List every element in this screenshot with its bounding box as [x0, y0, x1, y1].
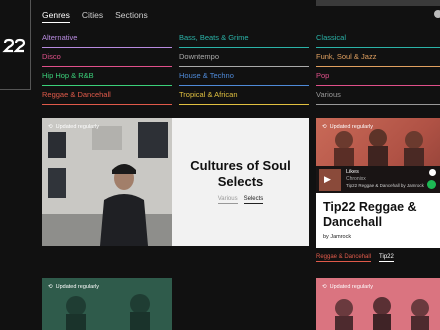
updated-badge: ⟲ Updated regularly — [322, 284, 373, 290]
genre-label: Bass, Beats & Grime — [179, 33, 249, 42]
tab-cities[interactable]: Cities — [82, 10, 103, 23]
search-icon[interactable] — [434, 10, 440, 18]
spotify-icon — [429, 169, 436, 176]
genre-label: Pop — [316, 71, 330, 80]
tab-genres[interactable]: Genres — [42, 10, 70, 23]
genre-link[interactable]: Alternative — [42, 29, 172, 48]
updated-badge: ⟲ Updated regularly — [322, 124, 373, 130]
feature-photo — [42, 118, 172, 246]
genre-link[interactable]: Downtempo — [179, 48, 309, 67]
playlist-card[interactable]: ⟲ Updated regularly ▶ Likes Chronixx Tip… — [316, 118, 440, 248]
feature-link-various[interactable]: Various — [217, 196, 238, 204]
genre-label: Downtempo — [179, 52, 220, 61]
genre-label: Tropical & African — [179, 90, 238, 99]
badge-label: Updated regularly — [55, 284, 100, 290]
tag-link-reggae[interactable]: Reggae & Dancehall — [316, 254, 372, 262]
genre-link[interactable]: Classical — [316, 29, 440, 48]
genre-underline — [42, 104, 172, 105]
genre-link[interactable]: Pop — [316, 67, 440, 86]
genre-label: Various — [316, 90, 341, 99]
genre-link[interactable]: Various — [316, 86, 440, 105]
genre-label: Alternative — [42, 33, 78, 42]
feature-image[interactable]: ⟲ Updated regularly — [42, 118, 172, 246]
badge-label: Updated regularly — [329, 284, 374, 290]
genre-label: Hip Hop & R&B — [42, 71, 94, 80]
updated-badge: ⟲ Updated regularly — [48, 284, 99, 290]
main-nav: Genres Cities Sections — [42, 10, 148, 23]
logo-icon — [2, 38, 26, 53]
genre-label: Disco — [42, 52, 61, 61]
feature-link-selects[interactable]: Selects — [243, 196, 264, 204]
spotify-embed[interactable]: ▶ Likes Chronixx Tip22 Reggae & Dancehal… — [316, 166, 440, 193]
player-track: Likes — [346, 169, 359, 175]
refresh-icon: ⟲ — [48, 284, 53, 290]
refresh-icon: ⟲ — [322, 124, 327, 130]
tab-sections[interactable]: Sections — [115, 10, 148, 23]
bottom-card[interactable]: ⟲ Updated regularly — [42, 278, 172, 330]
top-strip — [316, 0, 440, 6]
tag-link-tip22[interactable]: Tip22 — [379, 254, 394, 262]
genre-label: House & Techno — [179, 71, 234, 80]
genre-underline — [316, 104, 440, 105]
genre-label: Classical — [316, 33, 347, 42]
updated-badge: ⟲ Updated regularly — [48, 124, 99, 130]
genre-label: Funk, Soul & Jazz — [316, 52, 377, 61]
playlist-tags: Reggae & Dancehall Tip22 — [316, 254, 394, 262]
follow-icon[interactable] — [427, 180, 436, 189]
player-playlist: Tip22 Reggae & Dancehall by Jamrock — [346, 183, 424, 188]
playlist-title[interactable]: Tip22 Reggae & Dancehall — [323, 200, 436, 230]
badge-label: Updated regularly — [55, 124, 100, 130]
site-logo[interactable] — [0, 0, 31, 90]
genre-link[interactable]: Disco — [42, 48, 172, 67]
genre-link[interactable]: Tropical & African — [179, 86, 309, 105]
playlist-author: by Jamrock — [323, 234, 352, 240]
genre-link[interactable]: Bass, Beats & Grime — [179, 29, 309, 48]
genre-link[interactable]: House & Techno — [179, 67, 309, 86]
play-icon[interactable]: ▶ — [324, 174, 331, 185]
feature-title[interactable]: Cultures of Soul Selects — [178, 158, 303, 190]
genre-link[interactable]: Reggae & Dancehall — [42, 86, 172, 105]
genre-link[interactable]: Hip Hop & R&B — [42, 67, 172, 86]
refresh-icon: ⟲ — [48, 124, 53, 130]
badge-label: Updated regularly — [329, 124, 374, 130]
genre-label: Reggae & Dancehall — [42, 90, 111, 99]
bottom-card[interactable]: ⟲ Updated regularly — [316, 278, 440, 330]
feature-card[interactable]: Cultures of Soul Selects Various Selects — [172, 118, 309, 246]
refresh-icon: ⟲ — [322, 284, 327, 290]
genre-underline — [179, 104, 309, 105]
genre-link[interactable]: Funk, Soul & Jazz — [316, 48, 440, 67]
player-artist: Chronixx — [346, 176, 366, 182]
